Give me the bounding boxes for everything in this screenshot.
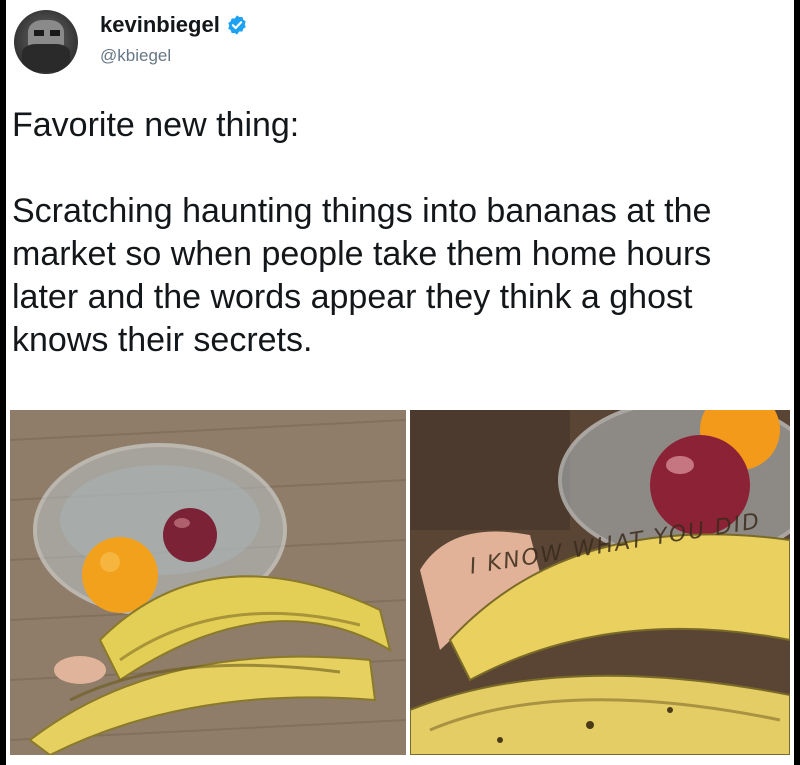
photo-banana-closeup[interactable] — [410, 410, 790, 755]
display-name-row[interactable]: kevinbiegel — [100, 12, 248, 38]
display-name[interactable]: kevinbiegel — [100, 12, 220, 38]
bananas-bowl-illustration — [10, 410, 406, 755]
tweet-header: kevinbiegel @kbiegel — [12, 6, 772, 76]
banana-closeup-illustration — [410, 410, 790, 755]
verified-badge-icon — [228, 15, 246, 35]
tweet-paragraph-2: Scratching haunting things into bananas … — [12, 192, 712, 359]
user-handle[interactable]: @kbiegel — [100, 42, 248, 70]
avatar[interactable] — [14, 10, 78, 74]
user-names: kevinbiegel @kbiegel — [100, 12, 248, 70]
tweet-paragraph-1: Favorite new thing: — [12, 106, 300, 144]
tweet-media[interactable] — [10, 410, 790, 755]
tweet-text: Favorite new thing: Scratching haunting … — [12, 104, 782, 362]
photo-bananas-bowl[interactable] — [10, 410, 406, 755]
